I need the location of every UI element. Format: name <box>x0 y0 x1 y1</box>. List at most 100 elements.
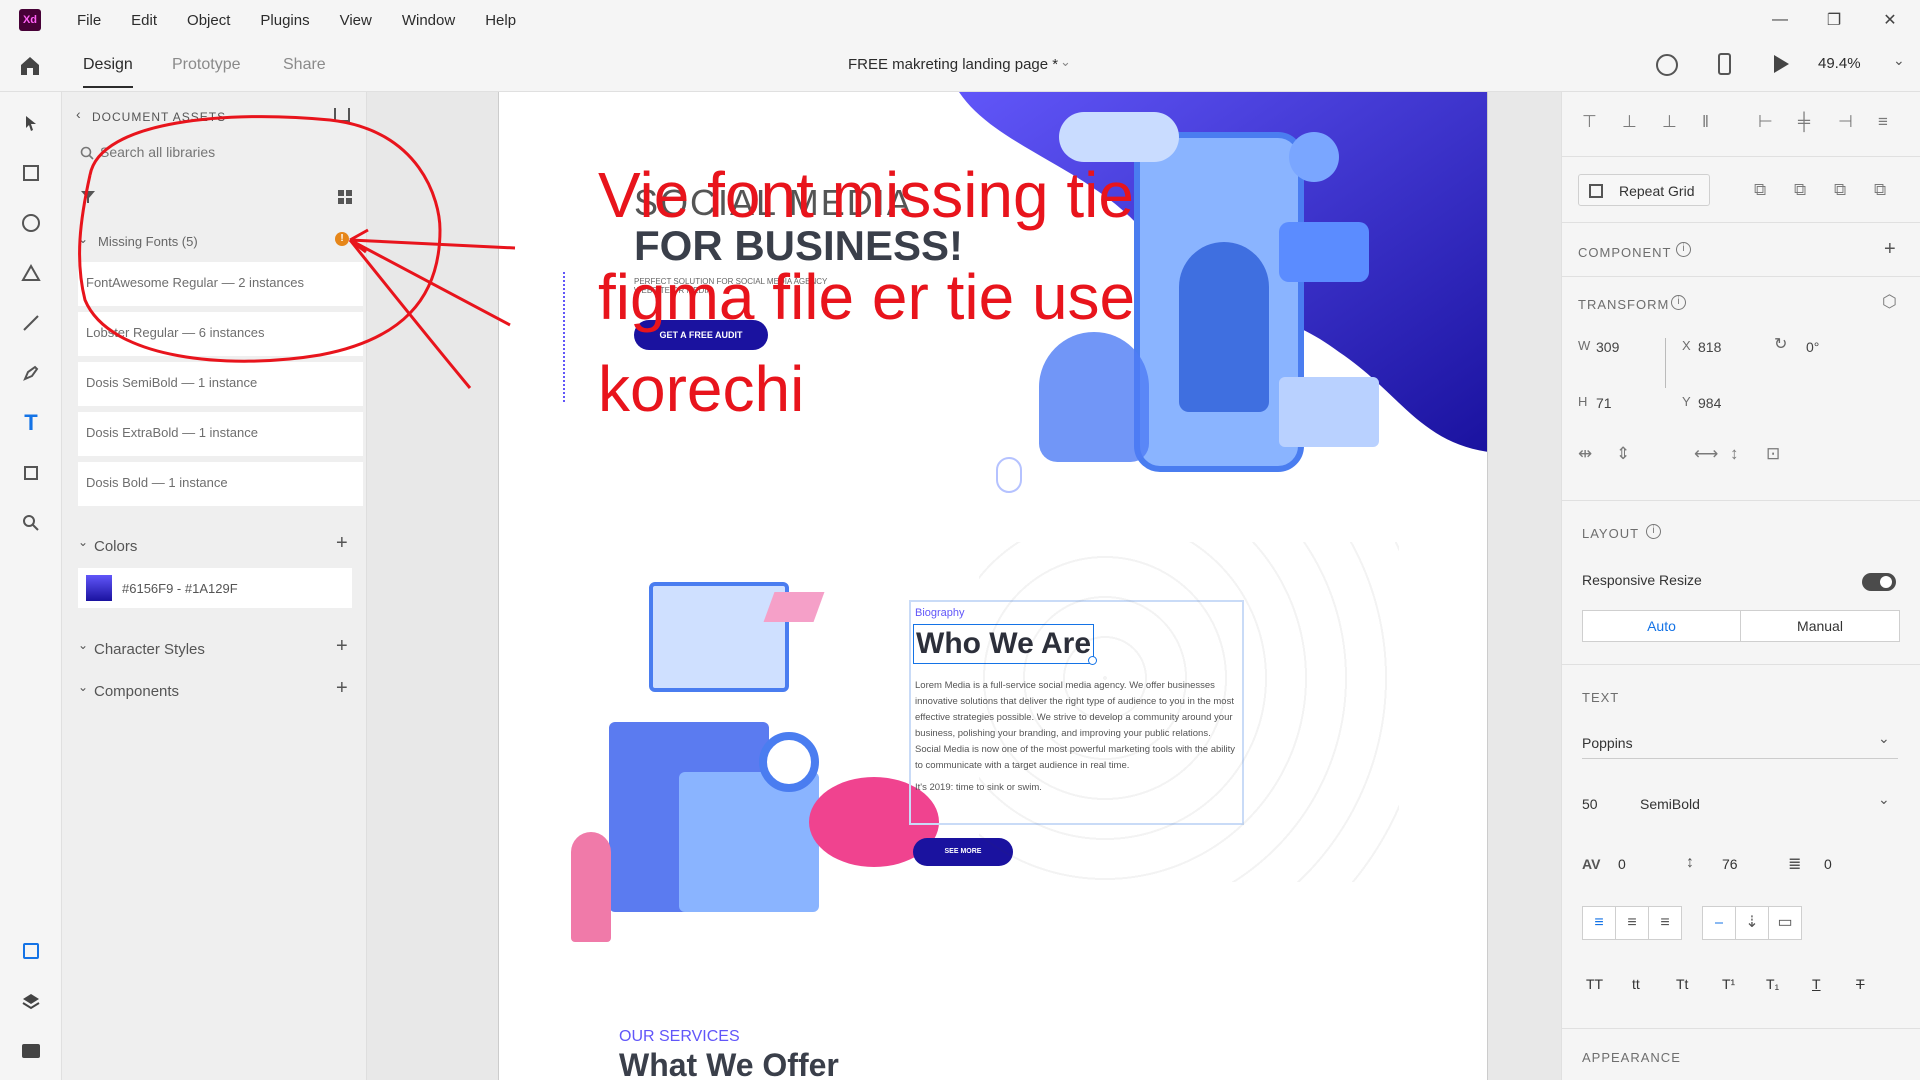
add-component-icon[interactable]: + <box>336 677 348 700</box>
missing-fonts-chevron-icon[interactable]: ⌄ <box>78 232 88 246</box>
titlecase-button[interactable]: Tt <box>1676 976 1688 992</box>
text-auto-height-button[interactable]: ⇣ <box>1735 906 1769 940</box>
export-icon[interactable] <box>334 108 350 122</box>
font-family-chevron-icon[interactable]: ⌄ <box>1878 730 1890 747</box>
filter-icon[interactable] <box>80 190 96 204</box>
y-field[interactable]: 984 <box>1698 395 1721 411</box>
align-right-icon[interactable]: ⊣ <box>1838 112 1853 132</box>
fixed-height-icon[interactable]: ↕ <box>1730 444 1739 464</box>
strikethrough-button[interactable]: T <box>1856 976 1865 992</box>
rectangle-tool-icon[interactable] <box>16 158 46 188</box>
artboard-tool-icon[interactable] <box>16 458 46 488</box>
height-field[interactable]: 71 <box>1596 395 1612 411</box>
assets-panel-icon[interactable] <box>16 936 46 966</box>
text-tool-icon[interactable]: T <box>16 408 46 438</box>
back-chevron-icon[interactable]: ‹ <box>76 106 81 122</box>
uppercase-button[interactable]: TT <box>1586 976 1603 992</box>
biography-label[interactable]: Biography <box>915 607 965 619</box>
boolean-subtract-icon[interactable]: ⧉ <box>1794 180 1806 200</box>
menu-edit[interactable]: Edit <box>131 12 157 29</box>
missing-font-item[interactable]: Dosis Bold — 1 instance <box>78 462 363 506</box>
responsive-resize-toggle[interactable] <box>1862 573 1896 591</box>
artboard[interactable]: SOCIAL MEDIA FOR BUSINESS! PERFECT SOLUT… <box>498 92 1488 1080</box>
paragraph-spacing-field[interactable]: 0 <box>1824 856 1832 872</box>
home-icon[interactable] <box>18 54 42 78</box>
polygon-tool-icon[interactable] <box>16 258 46 288</box>
ellipse-tool-icon[interactable] <box>16 208 46 238</box>
align-middle-icon[interactable]: ⊥ <box>1622 112 1637 132</box>
repeat-grid-button[interactable]: Repeat Grid <box>1578 174 1710 206</box>
lock-aspect-icon[interactable] <box>1658 338 1666 388</box>
search-input[interactable] <box>100 140 340 164</box>
layers-panel-icon[interactable] <box>16 986 46 1016</box>
scale-icon[interactable]: ⊡ <box>1766 444 1780 464</box>
text-auto-width-button[interactable]: ⎯ <box>1702 906 1736 940</box>
zoom-tool-icon[interactable] <box>16 508 46 538</box>
resize-manual-button[interactable]: Manual <box>1740 610 1900 642</box>
services-label[interactable]: OUR SERVICES <box>619 1028 740 1046</box>
tab-share[interactable]: Share <box>283 56 326 74</box>
add-component-plus-icon[interactable]: + <box>1884 238 1896 261</box>
menu-plugins[interactable]: Plugins <box>260 12 309 29</box>
align-center-icon[interactable]: ╪ <box>1798 112 1810 132</box>
play-icon[interactable] <box>1774 55 1789 73</box>
add-character-style-icon[interactable]: + <box>336 635 348 658</box>
width-field[interactable]: 309 <box>1596 339 1619 355</box>
boolean-exclude-icon[interactable]: ⧉ <box>1874 180 1886 200</box>
boolean-intersect-icon[interactable]: ⧉ <box>1834 180 1846 200</box>
line-spacing-field[interactable]: 76 <box>1722 856 1738 872</box>
resize-auto-button[interactable]: Auto <box>1582 610 1741 642</box>
user-icon[interactable] <box>1656 54 1678 76</box>
menu-object[interactable]: Object <box>187 12 230 29</box>
text-align-left-button[interactable]: ≡ <box>1582 906 1616 940</box>
font-family-select[interactable]: Poppins <box>1582 735 1633 751</box>
zoom-level[interactable]: 49.4% <box>1818 55 1861 72</box>
text-align-right-button[interactable]: ≡ <box>1648 906 1682 940</box>
minimize-button[interactable]: — <box>1756 0 1804 40</box>
align-left-icon[interactable]: ⊢ <box>1758 112 1773 132</box>
missing-font-item[interactable]: Dosis ExtraBold — 1 instance <box>78 412 363 456</box>
menu-view[interactable]: View <box>340 12 372 29</box>
services-title[interactable]: What We Offer <box>619 1047 839 1080</box>
underline-button[interactable]: T <box>1812 976 1821 992</box>
grid-view-icon[interactable] <box>338 190 352 204</box>
distribute-vertical-icon[interactable]: ‖ <box>1702 112 1709 132</box>
flip-vertical-icon[interactable]: ⇕ <box>1616 444 1630 464</box>
zoom-chevron-icon[interactable]: ⌄ <box>1893 52 1905 69</box>
missing-font-item[interactable]: Dosis SemiBold — 1 instance <box>78 362 363 406</box>
boolean-add-icon[interactable]: ⧉ <box>1754 180 1766 200</box>
character-styles-header[interactable]: Character Styles <box>94 641 205 658</box>
character-styles-chevron-icon[interactable]: ⌄ <box>78 638 88 652</box>
flip-horizontal-icon[interactable]: ⇹ <box>1578 444 1592 464</box>
menu-window[interactable]: Window <box>402 12 455 29</box>
text-align-center-button[interactable]: ≡ <box>1615 906 1649 940</box>
color-swatch-row[interactable]: #6156F9 - #1A129F <box>78 568 352 608</box>
font-weight-chevron-icon[interactable]: ⌄ <box>1878 791 1890 808</box>
tab-prototype[interactable]: Prototype <box>172 56 240 74</box>
x-field[interactable]: 818 <box>1698 339 1721 355</box>
missing-font-item[interactable]: FontAwesome Regular — 2 instances <box>78 262 363 306</box>
menu-file[interactable]: File <box>77 12 101 29</box>
close-button[interactable]: ✕ <box>1866 0 1914 40</box>
rotation-field[interactable]: 0° <box>1806 339 1819 355</box>
colors-chevron-icon[interactable]: ⌄ <box>78 535 88 549</box>
document-title[interactable]: FREE makreting landing page * <box>848 56 1058 73</box>
missing-font-item[interactable]: Lobster Regular — 6 instances <box>78 312 363 356</box>
lowercase-button[interactable]: tt <box>1632 976 1640 992</box>
tab-design[interactable]: Design <box>83 56 133 88</box>
line-tool-icon[interactable] <box>16 308 46 338</box>
select-tool-icon[interactable] <box>16 108 46 138</box>
components-header[interactable]: Components <box>94 683 179 700</box>
subscript-button[interactable]: T₁ <box>1766 976 1779 992</box>
mobile-preview-icon[interactable] <box>1718 53 1731 75</box>
pen-tool-icon[interactable] <box>16 358 46 388</box>
add-color-icon[interactable]: + <box>336 532 348 555</box>
align-bottom-icon[interactable]: ⊥ <box>1662 112 1677 132</box>
fixed-width-icon[interactable]: ⟷ <box>1694 444 1718 464</box>
distribute-horizontal-icon[interactable]: ≡ <box>1878 112 1888 132</box>
components-chevron-icon[interactable]: ⌄ <box>78 680 88 694</box>
3d-transform-icon[interactable]: ⬡ <box>1882 292 1897 312</box>
character-spacing-field[interactable]: 0 <box>1618 856 1626 872</box>
chevron-down-icon[interactable]: ⌄ <box>1060 54 1071 70</box>
align-top-icon[interactable]: ⊤ <box>1582 112 1597 132</box>
